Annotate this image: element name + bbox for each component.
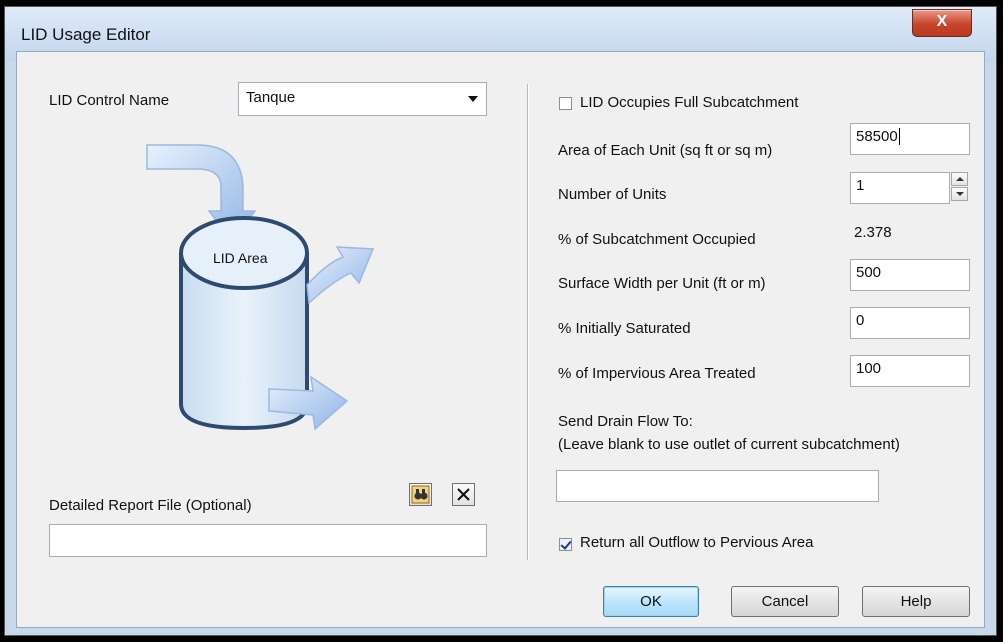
dropdown-arrow-icon[interactable] (468, 96, 478, 102)
surface-width-label: Surface Width per Unit (ft or m) (558, 275, 766, 292)
drain-flow-input[interactable] (556, 470, 879, 502)
return-outflow-label: Return all Outflow to Pervious Area (580, 534, 814, 551)
saturated-label: % Initially Saturated (558, 320, 691, 337)
dialog-body: LID Control Name Tanque LID Area Detaile… (16, 51, 985, 628)
lid-control-name-combo[interactable]: Tanque (238, 82, 487, 116)
occupied-value: 2.378 (854, 224, 892, 241)
surface-width-input[interactable]: 500 (850, 259, 970, 291)
lid-control-name-label: LID Control Name (49, 92, 170, 109)
units-spinner[interactable] (951, 172, 968, 201)
area-value: 58500 (856, 128, 898, 145)
binoculars-icon (411, 485, 430, 504)
saturated-input[interactable]: 0 (850, 307, 970, 339)
lid-control-name-value: Tanque (246, 89, 296, 106)
report-file-input[interactable] (49, 524, 487, 557)
cancel-button[interactable]: Cancel (731, 586, 839, 617)
full-subcatchment-label: LID Occupies Full Subcatchment (580, 94, 799, 111)
help-button[interactable]: Help (862, 586, 970, 617)
close-button[interactable]: X (912, 9, 972, 37)
drain-flow-hint: (Leave blank to use outlet of current su… (558, 436, 900, 453)
area-input[interactable]: 58500 (850, 123, 970, 155)
diagram-label: LID Area (213, 250, 268, 266)
lid-area-diagram (146, 144, 375, 431)
ok-button[interactable]: OK (603, 586, 699, 617)
spin-down-icon[interactable] (951, 187, 968, 201)
clear-x-icon (457, 488, 470, 501)
return-outflow-checkbox[interactable] (559, 538, 572, 551)
occupied-label: % of Subcatchment Occupied (558, 231, 756, 248)
window-title: LID Usage Editor (21, 25, 151, 44)
impervious-label: % of Impervious Area Treated (558, 365, 756, 382)
close-icon: X (936, 13, 948, 30)
clear-report-button[interactable] (452, 483, 475, 506)
area-label: Area of Each Unit (sq ft or sq m) (558, 142, 773, 159)
vertical-divider (527, 84, 529, 560)
units-input[interactable]: 1 (850, 172, 950, 204)
lid-usage-editor-window: LID Usage Editor X LID Control Name Tanq… (4, 6, 997, 636)
full-subcatchment-checkbox[interactable] (559, 97, 572, 110)
overflow-arrow-icon (306, 246, 375, 305)
spin-up-icon[interactable] (951, 172, 968, 186)
text-cursor (898, 128, 900, 145)
impervious-input[interactable]: 100 (850, 355, 970, 387)
report-file-label: Detailed Report File (Optional) (49, 497, 252, 514)
drain-flow-label: Send Drain Flow To: (558, 413, 693, 430)
browse-button[interactable] (409, 483, 432, 506)
units-label: Number of Units (558, 186, 667, 203)
